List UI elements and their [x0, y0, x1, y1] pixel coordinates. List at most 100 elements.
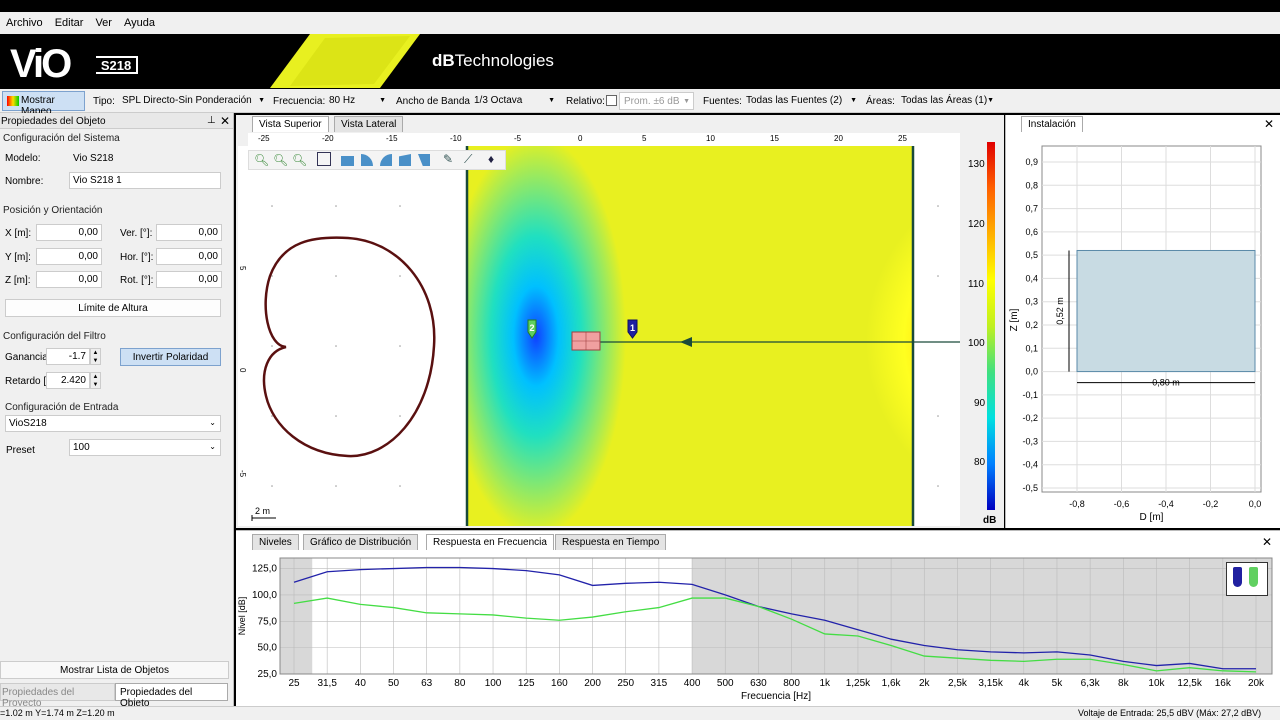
y-tick-label: 0,4: [1025, 273, 1038, 283]
ruler-tick: 0: [578, 134, 583, 143]
fuentes-label: Fuentes:: [703, 96, 742, 107]
pin-icon[interactable]: ⊥: [207, 115, 216, 126]
menu-ayuda[interactable]: Ayuda: [118, 17, 161, 29]
height-label: 0,52 m: [1055, 297, 1065, 325]
ruler-tick: -10: [450, 134, 462, 143]
menu-editar[interactable]: Editar: [49, 17, 90, 29]
preset-select[interactable]: 100 ⌄: [69, 439, 221, 456]
instalacion-chart: 0,9 0,8 0,7 0,6 0,5 0,4 0,3 0,2 0,1 0,0 -0,1 -0,2 -0…: [1009, 145, 1262, 523]
tab-instalacion[interactable]: Instalación: [1021, 116, 1083, 132]
chevron-down-icon: ▼: [987, 97, 994, 104]
ver-label: Ver. [°]:: [120, 228, 153, 239]
tab-niveles[interactable]: Niveles: [252, 534, 299, 550]
x-tick-label: 63: [421, 678, 433, 689]
x-tick-label: 315: [651, 678, 668, 689]
close-icon[interactable]: ✕: [220, 114, 230, 128]
pen-icon[interactable]: ✎: [443, 152, 453, 166]
ver-input[interactable]: 0,00: [156, 224, 222, 241]
menu-archivo[interactable]: Archivo: [0, 17, 49, 29]
view-icon-bar: 🔍︎ 🔍︎ 🔍︎ ✎ ⟋ ♦: [248, 150, 506, 170]
ganancia-label: Ganancia: [5, 352, 48, 363]
tab-respuesta-tiempo[interactable]: Respuesta en Tiempo: [555, 534, 667, 550]
y-tick-label: 0,9: [1025, 157, 1038, 167]
relativo-checkbox[interactable]: [606, 95, 617, 106]
close-icon[interactable]: ✕: [1264, 117, 1274, 131]
x-tick-label: 1,25k: [846, 678, 871, 689]
modelo-label: Modelo:: [5, 153, 41, 164]
areas-select[interactable]: Todas las Áreas (1) ▼: [897, 92, 997, 110]
tab-respuesta-frecuencia[interactable]: Respuesta en Frecuencia: [426, 534, 554, 550]
trap-area-icon[interactable]: [418, 154, 430, 166]
ganancia-input[interactable]: -1.7: [46, 348, 90, 365]
zoom-fit-icon[interactable]: 🔍︎: [292, 153, 307, 167]
entrada-select[interactable]: VioS218 ⌄: [5, 415, 221, 432]
y-input[interactable]: 0,00: [36, 248, 102, 265]
x-tick-label: 16k: [1215, 678, 1232, 689]
ancho-select[interactable]: 1/3 Octava ▼: [470, 92, 558, 110]
x-tick-label: 0,0: [1249, 499, 1262, 509]
arc-area-icon[interactable]: [361, 154, 373, 166]
x-tick-label: 500: [717, 678, 734, 689]
y-tick-label: -0,2: [1022, 413, 1038, 423]
y-axis-label: Z [m]: [1009, 308, 1020, 331]
mostrar-lista-button[interactable]: Mostrar Lista de Objetos: [0, 661, 229, 679]
hor-input[interactable]: 0,00: [156, 248, 222, 265]
tab-vista-lateral[interactable]: Vista Lateral: [334, 116, 404, 132]
rot-input[interactable]: 0,00: [156, 271, 222, 288]
frecuencia-select[interactable]: 80 Hz ▼: [325, 92, 389, 110]
tab-vista-superior[interactable]: Vista Superior: [252, 116, 329, 132]
x-label: X [m]:: [5, 228, 32, 239]
y-tick-label: -0,4: [1022, 460, 1038, 470]
tab-objeto[interactable]: Propiedades del Objeto: [115, 683, 228, 709]
sistema-header: Configuración del Sistema: [3, 133, 120, 144]
z-input[interactable]: 0,00: [36, 271, 102, 288]
rot-label: Rot. [°]:: [120, 275, 154, 286]
poly-area-icon[interactable]: [399, 154, 411, 166]
invertir-polaridad-button[interactable]: Invertir Polaridad: [120, 348, 221, 366]
horizontal-ruler: -25 -20 -15 -10 -5 0 5 10 15 20 25: [248, 133, 960, 146]
mostrar-mapeo-button[interactable]: Mostrar Mapeo: [2, 91, 85, 117]
y-tick-label: 0,8: [1025, 180, 1038, 190]
zoom-in-icon[interactable]: 🔍︎: [254, 153, 269, 167]
ruler-tick: -15: [386, 134, 398, 143]
rect-area-icon[interactable]: [341, 156, 354, 166]
y-axis-label: Nivel [dB]: [237, 597, 247, 636]
retardo-spinner[interactable]: ▲ ▼: [90, 372, 101, 389]
tipo-select[interactable]: SPL Directo-Sin Ponderación ▼: [118, 92, 268, 110]
y-tick-label: 100,0: [252, 590, 277, 601]
measure-icon[interactable]: ⟋: [464, 152, 472, 167]
zoom-out-icon[interactable]: 🔍︎: [273, 153, 288, 167]
menu-ver[interactable]: Ver: [89, 17, 118, 29]
source-legend: [1226, 562, 1268, 596]
prom-field[interactable]: Prom. ±6 dB ▼: [619, 92, 694, 110]
nombre-input[interactable]: Vio S218 1: [69, 172, 221, 189]
speaker-icon[interactable]: ♦: [488, 152, 494, 166]
ancho-label: Ancho de Banda:: [396, 96, 473, 107]
retardo-input[interactable]: 2.420: [46, 372, 90, 389]
select-area-icon[interactable]: [317, 152, 331, 166]
x-tick-label: 2,5k: [948, 678, 968, 689]
close-icon[interactable]: ✕: [1262, 535, 1272, 549]
x-tick-label: 400: [684, 678, 701, 689]
x-tick-label: 4k: [1019, 678, 1031, 689]
y-tick-label: 0,3: [1025, 297, 1038, 307]
vio-logo: ViO: [10, 42, 72, 86]
chevron-down-icon: ▼: [379, 97, 386, 104]
x-tick-label: 100: [485, 678, 502, 689]
cardioid-pattern: [262, 236, 436, 458]
tab-proyecto[interactable]: Propiedades del Proyecto: [0, 683, 115, 709]
fan-area-icon[interactable]: [380, 154, 392, 166]
tab-distribucion[interactable]: Gráfico de Distribución: [303, 534, 419, 550]
y-tick-label: 0,1: [1025, 343, 1038, 353]
y-tick-label: -0,5: [1022, 483, 1038, 493]
ruler-tick: 20: [834, 134, 843, 143]
fuentes-select[interactable]: Todas las Fuentes (2) ▼: [742, 92, 860, 110]
x-tick-label: -0,4: [1158, 499, 1174, 509]
limite-altura-button[interactable]: Límite de Altura: [5, 299, 221, 317]
brand-stripe: [270, 34, 420, 88]
ganancia-spinner[interactable]: ▲ ▼: [90, 348, 101, 365]
ruler-tick: -5: [514, 134, 522, 143]
retardo-label: Retardo [r: [5, 376, 50, 387]
relativo-label: Relativo:: [566, 96, 605, 107]
x-input[interactable]: 0,00: [36, 224, 102, 241]
